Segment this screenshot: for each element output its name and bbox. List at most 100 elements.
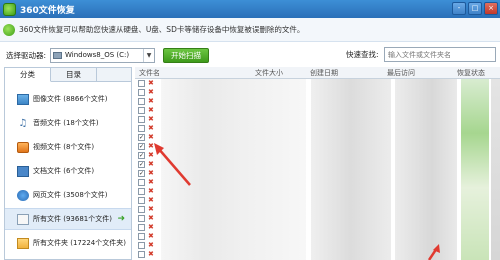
- category-label: 文档文件 (6个文件): [33, 167, 95, 175]
- maximize-button[interactable]: □: [468, 2, 482, 15]
- row-checkbox[interactable]: [138, 206, 145, 213]
- row-checkbox[interactable]: [138, 116, 145, 123]
- tab-category[interactable]: 分类: [5, 68, 51, 82]
- close-button[interactable]: ×: [484, 2, 498, 15]
- web-icon: [17, 189, 29, 201]
- table-row[interactable]: ✖: [135, 88, 500, 97]
- category-panel: 分类 目录 图像文件 (8866个文件) ♫ 音频文件 (18个文件) 视频文件…: [4, 67, 132, 260]
- deleted-file-icon: ✖: [148, 241, 154, 249]
- table-row[interactable]: ✓ ✖: [135, 160, 500, 169]
- table-row[interactable]: ✓ ✖: [135, 151, 500, 160]
- category-item-audio[interactable]: ♫ 音频文件 (18个文件): [5, 112, 131, 134]
- table-row[interactable]: ✖: [135, 241, 500, 250]
- deleted-file-icon: ✖: [148, 160, 154, 168]
- category-item-web[interactable]: 网页文件 (3508个文件): [5, 184, 131, 206]
- title-bar: 360文件恢复 - □ ×: [0, 0, 500, 18]
- column-header-filename[interactable]: 文件名: [139, 68, 160, 78]
- table-row[interactable]: ✓ ✖: [135, 169, 500, 178]
- table-row[interactable]: ✓ ✖: [135, 142, 500, 151]
- panel-tabs: 分类 目录: [5, 68, 131, 82]
- column-header-size[interactable]: 文件大小: [255, 68, 283, 78]
- start-scan-button[interactable]: 开始扫描: [163, 47, 210, 63]
- table-row[interactable]: ✖: [135, 196, 500, 205]
- row-checkbox[interactable]: [138, 215, 145, 222]
- row-checkbox[interactable]: ✓: [138, 170, 145, 177]
- row-checkbox[interactable]: [138, 80, 145, 87]
- deleted-file-icon: ✖: [148, 196, 154, 204]
- deleted-file-icon: ✖: [148, 124, 154, 132]
- deleted-file-icon: ✖: [148, 151, 154, 159]
- image-icon: [17, 93, 29, 105]
- column-header-created[interactable]: 创建日期: [310, 68, 338, 78]
- row-checkbox[interactable]: ✓: [138, 152, 145, 159]
- deleted-file-icon: ✖: [148, 106, 154, 114]
- table-row[interactable]: ✖: [135, 250, 500, 259]
- drive-label: 选择驱动器:: [6, 50, 47, 60]
- category-label: 网页文件 (3508个文件): [33, 191, 108, 199]
- drive-select[interactable]: Windows8_OS (C:) ▼: [50, 47, 156, 63]
- category-label: 所有文件夹 (17224个文件夹): [33, 239, 126, 247]
- row-checkbox[interactable]: [138, 197, 145, 204]
- arrow-right-icon: ➜: [117, 214, 125, 224]
- category-item-documents[interactable]: 文档文件 (6个文件): [5, 160, 131, 182]
- table-row[interactable]: ✖: [135, 106, 500, 115]
- hard-drive-icon: [53, 51, 63, 59]
- row-checkbox[interactable]: [138, 98, 145, 105]
- table-row[interactable]: ✖: [135, 79, 500, 88]
- row-checkbox[interactable]: [138, 233, 145, 240]
- row-checkbox[interactable]: ✓: [138, 161, 145, 168]
- table-row[interactable]: ✖: [135, 97, 500, 106]
- row-checkbox[interactable]: [138, 251, 145, 258]
- row-checkbox[interactable]: [138, 125, 145, 132]
- table-row[interactable]: ✖: [135, 223, 500, 232]
- deleted-file-icon: ✖: [148, 79, 154, 87]
- all-files-icon: [17, 213, 29, 225]
- video-icon: [17, 141, 29, 153]
- table-row[interactable]: ✓ ✖: [135, 133, 500, 142]
- category-item-video[interactable]: 视频文件 (8个文件): [5, 136, 131, 158]
- table-row[interactable]: ✖: [135, 214, 500, 223]
- row-checkbox[interactable]: [138, 224, 145, 231]
- info-text: 360文件恢复可以帮助您快速从硬盘、U盘、SD卡等储存设备中恢复被误删除的文件。: [19, 25, 305, 34]
- info-logo-icon: [3, 23, 15, 36]
- row-checkbox[interactable]: [138, 188, 145, 195]
- table-row[interactable]: ✖: [135, 124, 500, 133]
- minimize-button[interactable]: -: [452, 2, 466, 15]
- deleted-file-icon: ✖: [148, 142, 154, 150]
- row-checkbox[interactable]: [138, 89, 145, 96]
- row-checkbox[interactable]: ✓: [138, 143, 145, 150]
- table-row[interactable]: ✖: [135, 178, 500, 187]
- column-header-status[interactable]: 恢复状态: [457, 68, 485, 78]
- table-row[interactable]: ✖: [135, 205, 500, 214]
- category-item-all-files[interactable]: 所有文件 (93681个文件) ➜: [5, 208, 131, 230]
- category-label: 视频文件 (8个文件): [33, 143, 95, 151]
- deleted-file-icon: ✖: [148, 133, 154, 141]
- window-title: 360文件恢复: [20, 5, 75, 16]
- row-checkbox[interactable]: [138, 179, 145, 186]
- window-controls: - □ ×: [452, 2, 498, 15]
- tab-directory[interactable]: 目录: [51, 68, 97, 82]
- table-row[interactable]: ✖: [135, 187, 500, 196]
- deleted-file-icon: ✖: [148, 214, 154, 222]
- deleted-file-icon: ✖: [148, 250, 154, 258]
- row-checkbox[interactable]: [138, 107, 145, 114]
- row-checkbox[interactable]: ✓: [138, 134, 145, 141]
- category-item-images[interactable]: 图像文件 (8866个文件): [5, 88, 131, 110]
- deleted-file-icon: ✖: [148, 187, 154, 195]
- deleted-file-icon: ✖: [148, 169, 154, 177]
- deleted-file-icon: ✖: [148, 178, 154, 186]
- deleted-file-icon: ✖: [148, 205, 154, 213]
- column-header-last-access[interactable]: 最后访问: [387, 68, 415, 78]
- deleted-file-icon: ✖: [148, 88, 154, 96]
- drive-value: Windows8_OS (C:): [65, 51, 130, 59]
- folder-icon: [17, 237, 29, 249]
- table-row[interactable]: ✖: [135, 115, 500, 124]
- chevron-down-icon[interactable]: ▼: [143, 48, 154, 62]
- category-item-all-folders[interactable]: 所有文件夹 (17224个文件夹): [5, 232, 131, 254]
- row-checkbox[interactable]: [138, 242, 145, 249]
- table-row[interactable]: ✖: [135, 232, 500, 241]
- document-icon: [17, 165, 29, 177]
- quick-search-input[interactable]: [384, 47, 496, 62]
- deleted-file-icon: ✖: [148, 97, 154, 105]
- deleted-file-icon: ✖: [148, 223, 154, 231]
